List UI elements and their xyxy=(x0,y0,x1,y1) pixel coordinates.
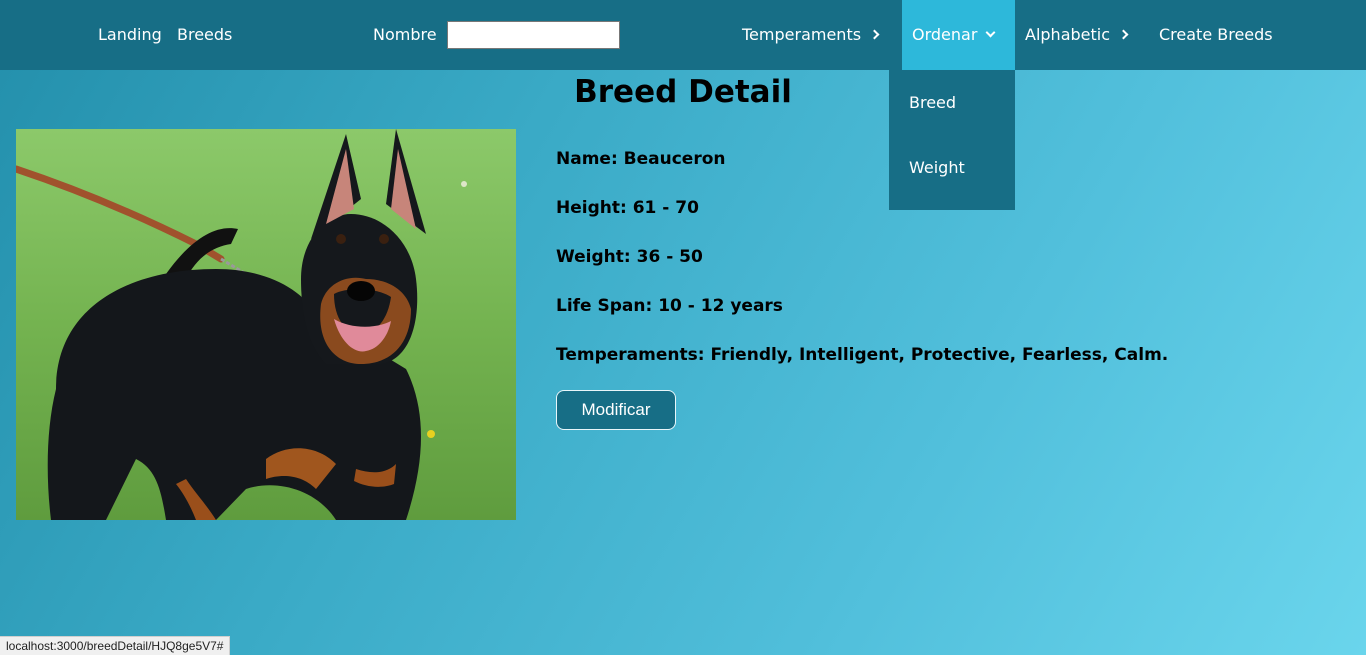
dog-photo-illustration xyxy=(16,129,516,520)
search-label: Nombre xyxy=(373,25,437,44)
page-title: Breed Detail xyxy=(574,74,792,110)
modify-button[interactable]: Modificar xyxy=(556,390,676,430)
breed-life-span: Life Span: 10 - 12 years xyxy=(556,296,783,316)
nav-temperaments-label: Temperaments xyxy=(742,25,862,44)
nav-landing-link[interactable]: Landing xyxy=(98,0,162,70)
breed-image xyxy=(16,129,516,520)
nav-breeds-link[interactable]: Breeds xyxy=(177,0,232,70)
chevron-down-icon xyxy=(985,27,996,38)
breed-temperaments: Temperaments: Friendly, Intelligent, Pro… xyxy=(556,345,1169,365)
chevron-right-icon xyxy=(1118,29,1129,40)
nav-alphabetic-menu[interactable]: Alphabetic xyxy=(1025,0,1129,70)
nav-create-breeds-link[interactable]: Create Breeds xyxy=(1159,0,1273,70)
nav-temperaments-menu[interactable]: Temperaments xyxy=(742,0,880,70)
nav-ordenar-menu[interactable]: Ordenar xyxy=(902,0,1015,70)
nav-alphabetic-label: Alphabetic xyxy=(1025,25,1111,44)
dropdown-item-weight[interactable]: Weight xyxy=(909,158,965,177)
breed-height: Height: 61 - 70 xyxy=(556,198,699,218)
chevron-right-icon xyxy=(869,29,880,40)
breed-weight: Weight: 36 - 50 xyxy=(556,247,703,267)
search-input[interactable] xyxy=(447,21,620,49)
breed-name: Name: Beauceron xyxy=(556,149,726,169)
browser-status-bar: localhost:3000/breedDetail/HJQ8ge5V7# xyxy=(0,636,231,655)
navbar: Landing Breeds Nombre Temperaments Orden… xyxy=(0,0,1366,70)
nav-ordenar-label: Ordenar xyxy=(912,25,978,44)
